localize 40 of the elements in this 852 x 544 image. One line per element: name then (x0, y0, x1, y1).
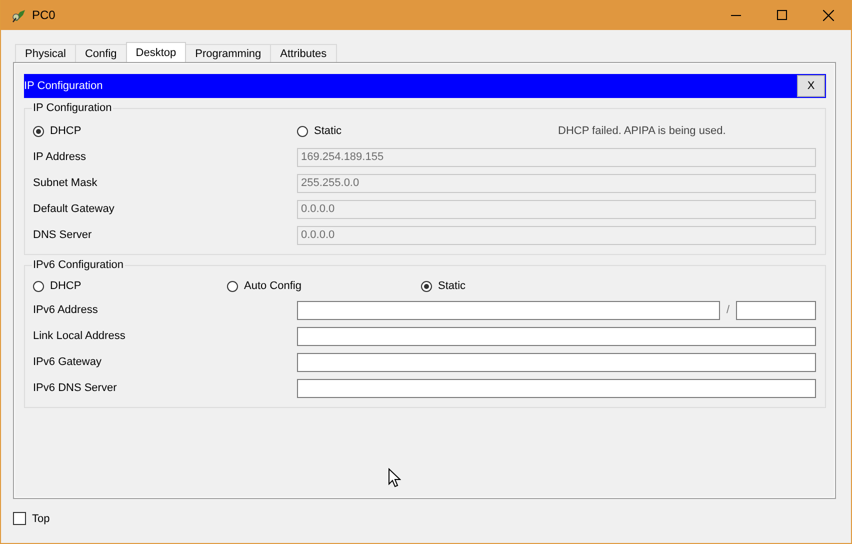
input-field[interactable] (297, 300, 720, 320)
tab[interactable]: Attributes (270, 44, 337, 62)
radio-label[interactable]: DHCP (50, 125, 82, 137)
separator-label: / (725, 304, 731, 316)
tab[interactable]: Config (74, 44, 127, 62)
field-label: Default Gateway (33, 203, 116, 215)
input-field[interactable] (297, 326, 816, 346)
radio-button[interactable] (33, 280, 44, 292)
field-label: IPv6 Address (33, 304, 99, 316)
field-label: IP Address (33, 151, 87, 163)
radio-label[interactable]: Static (438, 280, 466, 292)
dialog-title: IP Configuration (24, 80, 103, 92)
window-title: PC0 (32, 8, 56, 22)
field-label: DNS Server (33, 229, 93, 241)
tab[interactable]: Desktop (126, 42, 186, 62)
tab[interactable]: Physical (15, 44, 76, 62)
radio-label[interactable]: Static (314, 125, 342, 137)
radio-button[interactable] (227, 280, 238, 292)
input-field[interactable] (297, 378, 816, 398)
group-title: IPv6 Configuration (32, 259, 124, 271)
tab[interactable]: Programming (185, 44, 272, 62)
radio-button[interactable] (421, 280, 432, 292)
close-icon (822, 10, 834, 20)
radio-button[interactable] (33, 126, 44, 136)
maximize-icon (777, 10, 787, 20)
cursor-icon (388, 468, 401, 488)
field-label: IPv6 Gateway (33, 356, 102, 368)
field-label: Link Local Address (33, 330, 126, 342)
group-title: IP Configuration (32, 102, 113, 114)
field-label: IPv6 DNS Server (33, 382, 118, 394)
close-button[interactable]: X (797, 75, 825, 97)
input-field[interactable] (297, 352, 816, 372)
status-message: DHCP failed. APIPA is being used. (558, 125, 727, 137)
radio-label[interactable]: DHCP (50, 280, 82, 292)
checkbox[interactable] (13, 512, 26, 525)
checkbox-label[interactable]: Top (32, 512, 50, 524)
field-label: Subnet Mask (33, 177, 98, 189)
radio-button[interactable] (297, 126, 308, 136)
prefix-field[interactable] (736, 300, 816, 320)
radio-label[interactable]: Auto Config (244, 280, 302, 292)
